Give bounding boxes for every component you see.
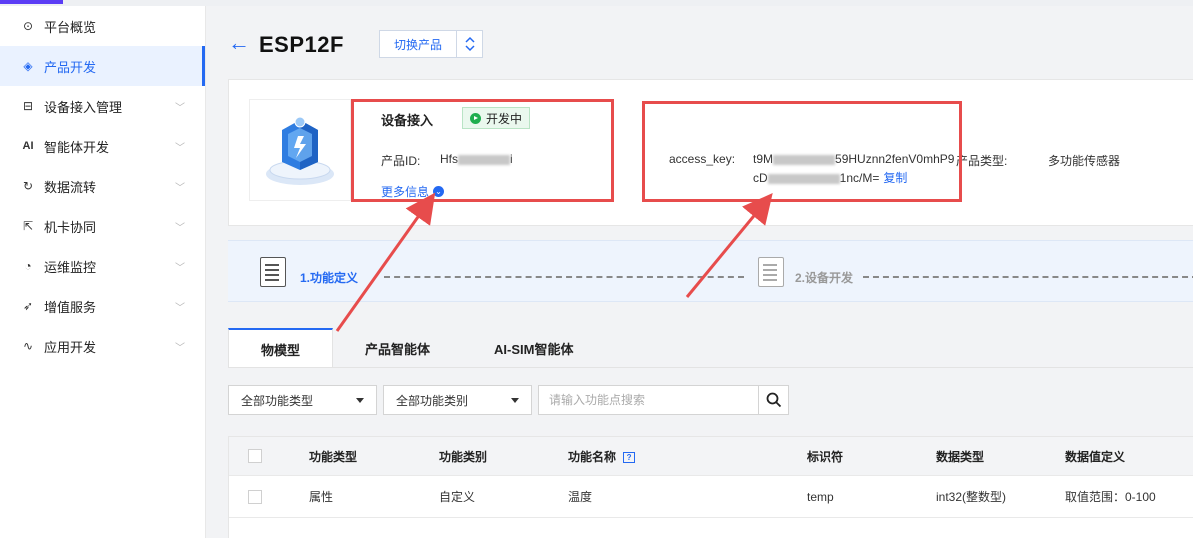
column-header-function-name: 功能名称?	[568, 448, 807, 465]
chevron-down-icon: ﹀	[175, 102, 185, 114]
caret-down-icon	[511, 398, 519, 403]
data-flow-icon: ↻	[22, 179, 34, 193]
sidebar-item-product-dev[interactable]: ◈ 产品开发	[0, 46, 205, 86]
main-content: ← ESP12F 切换产品 设备接入 开发中 产品ID: Hfs i 更多信息 ⌄ …	[206, 6, 1193, 538]
tab-ai-sim-agent[interactable]: AI-SIM智能体	[462, 328, 605, 368]
sidebar-item-value-added[interactable]: ➶ 增值服务 ﹀	[0, 286, 205, 326]
row-checkbox[interactable]	[248, 489, 262, 504]
sidebar-item-label: 设备接入管理	[44, 99, 123, 115]
tab-divider	[228, 367, 1193, 368]
step-device-development[interactable]: 2.设备开发	[795, 269, 853, 286]
table-header: 功能类型 功能类别 功能名称? 标识符 数据类型 数据值定义	[229, 437, 1193, 475]
step-function-definition[interactable]: 1.功能定义	[300, 269, 358, 286]
sidebar-item-app-dev[interactable]: ∿ 应用开发 ﹀	[0, 326, 205, 366]
device-icon	[758, 257, 784, 287]
sidebar-item-ai-agent[interactable]: AI 智能体开发 ﹀	[0, 126, 205, 166]
table-cell: int32(整数型)	[936, 490, 1007, 504]
table-cell: 属性	[309, 490, 334, 504]
tab-thing-model[interactable]: 物模型	[228, 328, 334, 368]
up-down-icon	[457, 36, 482, 52]
chevron-down-icon: ﹀	[175, 182, 185, 194]
table-footer-space	[229, 517, 1193, 538]
value-added-icon: ➶	[22, 299, 34, 313]
switch-product-label: 切换产品	[393, 37, 442, 52]
page-title: ESP12F	[259, 32, 344, 57]
table-cell: temp	[807, 489, 834, 504]
select-all-cell	[229, 449, 309, 463]
tab-product-agent[interactable]: 产品智能体	[333, 328, 462, 368]
overview-icon: ⊙	[22, 19, 34, 33]
device-access-icon: ⊟	[22, 99, 34, 113]
sidebar-item-overview[interactable]: ⊙ 平台概览	[0, 6, 205, 46]
sidebar-item-label: 数据流转	[44, 179, 97, 195]
search-button[interactable]	[759, 385, 789, 415]
table-cell: 取值范围：0-100	[1065, 490, 1156, 504]
function-type-select[interactable]: 全部功能类型	[228, 385, 377, 415]
function-type-value: 全部功能类型	[241, 393, 314, 408]
table-row[interactable]: 属性 自定义 温度 temp int32(整数型) 取值范围：0-100	[229, 475, 1193, 517]
product-cube-icon: ◈	[23, 59, 33, 73]
back-arrow-icon[interactable]: ←	[228, 30, 250, 56]
chevron-down-icon: ﹀	[175, 342, 185, 354]
sidebar-item-label: 应用开发	[44, 339, 97, 355]
caret-down-icon	[356, 398, 364, 403]
sidebar: ⊙ 平台概览 ◈ 产品开发 ⊟ 设备接入管理 ﹀ AI 智能体开发 ﹀ ↻ 数据流转 ﹀ ⇱ 机卡…	[0, 6, 206, 538]
step-connector	[384, 276, 744, 278]
help-icon[interactable]: ?	[623, 451, 636, 463]
row-select-cell	[229, 489, 309, 504]
column-header: 数据值定义	[1065, 449, 1126, 464]
monitor-icon: ◔	[24, 259, 32, 273]
card-sync-icon: ⇱	[22, 219, 34, 233]
sidebar-item-card-sync[interactable]: ⇱ 机卡协同 ﹀	[0, 206, 205, 246]
ai-icon: AI	[22, 140, 34, 152]
search-input[interactable]	[538, 385, 759, 415]
product-image	[249, 99, 351, 201]
table-cell: 温度	[568, 490, 593, 504]
chevron-down-icon: ﹀	[175, 222, 185, 234]
sidebar-item-label: 增值服务	[44, 299, 97, 315]
brand-accent-bar	[0, 0, 63, 4]
sidebar-item-device-access[interactable]: ⊟ 设备接入管理 ﹀	[0, 86, 205, 126]
select-all-checkbox[interactable]	[248, 449, 262, 463]
function-category-select[interactable]: 全部功能类别	[383, 385, 532, 415]
column-header: 数据类型	[936, 449, 985, 464]
function-table: 功能类型 功能类别 功能名称? 标识符 数据类型 数据值定义 属性 自定义 温度…	[228, 436, 1193, 538]
table-cell: 自定义	[439, 490, 476, 504]
function-category-value: 全部功能类别	[396, 393, 469, 408]
search-box	[538, 385, 789, 415]
sidebar-item-label: 运维监控	[44, 259, 97, 275]
chevron-down-icon: ﹀	[175, 302, 185, 314]
search-icon	[766, 392, 781, 408]
app-dev-icon: ∿	[22, 339, 34, 353]
dev-steps: 1.功能定义 2.设备开发	[228, 240, 1193, 302]
document-edit-icon	[260, 257, 286, 287]
tab-bar: 物模型 产品智能体 AI-SIM智能体	[228, 328, 605, 368]
column-header: 标识符	[807, 449, 844, 464]
annotation-box-access-key	[642, 101, 962, 202]
column-header: 功能名称	[568, 449, 617, 464]
chevron-down-icon: ﹀	[175, 142, 185, 154]
chevron-down-icon: ﹀	[175, 262, 185, 274]
sidebar-item-label: 平台概览	[44, 19, 97, 35]
step-connector	[863, 276, 1193, 278]
sidebar-item-label: 产品开发	[44, 59, 97, 75]
annotation-box-device-access	[351, 99, 614, 202]
sidebar-item-label: 机卡协同	[44, 219, 97, 235]
filter-bar: 全部功能类型 全部功能类别	[228, 385, 789, 415]
sidebar-item-label: 智能体开发	[44, 139, 110, 155]
column-header: 功能类别	[439, 449, 488, 464]
product-type-label: 产品类型:	[956, 154, 1008, 168]
switch-product-button[interactable]: 切换产品	[379, 30, 483, 58]
product-type-value: 多功能传感器	[1048, 154, 1121, 168]
sidebar-item-monitor[interactable]: ◔ 运维监控 ﹀	[0, 246, 205, 286]
sidebar-item-data-flow[interactable]: ↻ 数据流转 ﹀	[0, 166, 205, 206]
column-header: 功能类型	[309, 449, 358, 464]
